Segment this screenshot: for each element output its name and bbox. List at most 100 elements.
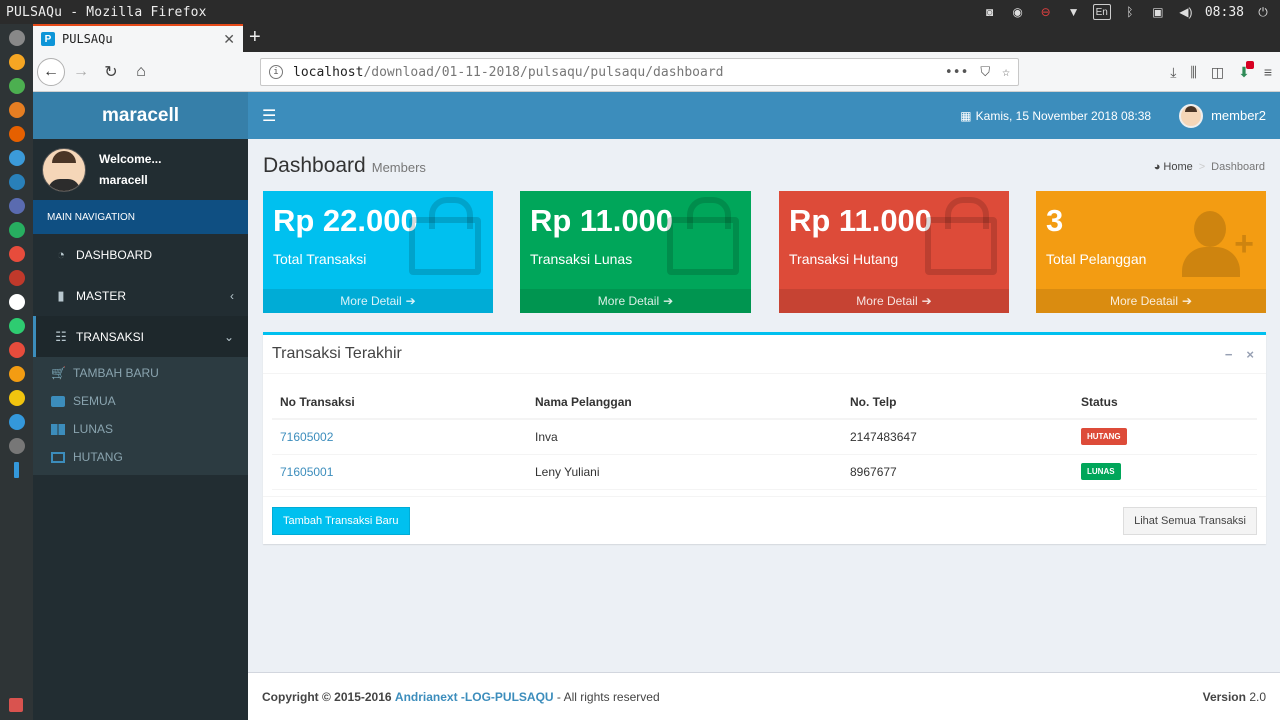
clock[interactable]: 08:38 [1205, 5, 1244, 20]
calendar-icon: ▦ [960, 108, 972, 123]
extension-icon[interactable]: ⬇ [1238, 60, 1254, 81]
breadcrumb-home[interactable]: ◕ Home [1154, 161, 1193, 173]
customer-phone: 2147483647 [842, 419, 1073, 455]
new-tab-icon[interactable]: + [249, 26, 261, 48]
chrome-icon[interactable] [8, 78, 25, 94]
page-actions-icon[interactable]: ••• [945, 65, 968, 80]
power-icon[interactable]: ⏻ [1254, 4, 1272, 20]
menu-icon[interactable]: ≡ [1264, 64, 1272, 80]
system-tray: ◙ ◉ ⊖ ▼ En ᛒ ▣ ◀) 08:38 ⏻ [981, 4, 1280, 20]
dock-app-icon[interactable] [8, 150, 25, 166]
more-detail-label: More Detail [597, 294, 660, 308]
dock-app-icon[interactable] [8, 54, 25, 70]
arrow-circle-right-icon: ➔ [663, 294, 674, 308]
camera-icon[interactable] [8, 414, 25, 430]
rights-text: - All rights reserved [556, 689, 660, 704]
arrow-circle-right-icon: ➔ [921, 294, 932, 308]
minimize-icon[interactable]: − [1225, 347, 1233, 362]
breadcrumb-separator: > [1198, 161, 1206, 173]
table-row: 71605002 Inva 2147483647 HUTANG [272, 419, 1257, 455]
transaction-link[interactable]: 71605002 [280, 430, 333, 444]
app-logo[interactable]: maracell [33, 92, 248, 139]
dock-app-icon[interactable] [8, 366, 25, 382]
wifi-icon[interactable]: ▼ [1065, 4, 1083, 20]
screenshot-icon[interactable]: ◙ [981, 4, 999, 20]
bluetooth-icon[interactable]: ᛒ [1121, 4, 1139, 20]
url-bar[interactable]: i localhost/download/01-11-2018/pulsaqu/… [260, 58, 1019, 86]
sidebar-item-master[interactable]: ▮ MASTER ‹ [33, 275, 248, 316]
dock-app-icon[interactable] [8, 246, 25, 262]
clipboard-icon[interactable]: ▣ [1149, 4, 1167, 20]
dock-app-icon[interactable] [8, 102, 25, 118]
firefox-icon[interactable] [8, 126, 25, 142]
reload-button[interactable]: ↻ [97, 58, 125, 86]
dock-app-icon[interactable] [8, 30, 25, 46]
dock-app-icon[interactable] [8, 342, 25, 358]
column-header: No. Telp [842, 385, 1073, 420]
page-subtitle: Members [371, 160, 426, 175]
more-detail-link[interactable]: More Detail ➔ [520, 289, 751, 313]
browser-toolbar: ← → ↻ ⌂ i localhost/download/01-11-2018/… [33, 52, 1280, 92]
add-transaction-button[interactable]: Tambah Transaksi Baru [272, 506, 410, 535]
library-icon[interactable]: ⫼ [1190, 64, 1196, 81]
more-detail-link[interactable]: More Deatail ➔ [1036, 289, 1266, 313]
user-menu[interactable]: member2 [1179, 103, 1266, 128]
briefcase-icon: ▮ [57, 287, 65, 303]
table-row: 71605001 Leny Yuliani 8967677 LUNAS [272, 454, 1257, 490]
settings-icon[interactable] [8, 438, 25, 454]
main-footer: Copyright © 2015-2016 Andrianext -LOG-PU… [248, 672, 1280, 720]
amazon-icon[interactable] [8, 294, 25, 310]
stop-icon[interactable]: ⊖ [1037, 4, 1055, 20]
bookmark-star-icon[interactable]: ☆ [1002, 65, 1010, 80]
status-badge: LUNAS [1081, 463, 1121, 480]
submenu-item-tambah-baru[interactable]: 🛒 TAMBAH BARU [33, 359, 248, 387]
welcome-text: Welcome... [99, 151, 162, 166]
app-header: ☰ ▦ Kamis, 15 November 2018 08:38 member… [248, 92, 1280, 139]
tab-title: PULSAQu [62, 32, 113, 46]
submenu-item-hutang[interactable]: HUTANG [33, 443, 248, 471]
user-plus-icon: + [1182, 209, 1254, 279]
breadcrumb-home-label: Home [1163, 161, 1193, 173]
volume-icon[interactable]: ◀) [1177, 4, 1195, 20]
close-icon[interactable]: × [1246, 347, 1254, 362]
shopping-bag-icon [667, 197, 739, 275]
dock-app-icon[interactable] [8, 318, 25, 334]
dock-app-icon[interactable] [8, 390, 25, 406]
more-detail-link[interactable]: More Detail ➔ [779, 289, 1009, 313]
dock-app-icon[interactable] [8, 222, 25, 238]
forward-button[interactable]: → [67, 58, 95, 86]
filezilla-icon[interactable] [8, 270, 25, 286]
sidebar-item-transaksi[interactable]: ☷ TRANSAKSI ⌄ [33, 316, 248, 357]
sidebar-toggle-icon[interactable]: ◫ [1211, 64, 1224, 81]
submenu-item-lunas[interactable]: LUNAS [33, 415, 248, 443]
dock-app-icon[interactable] [8, 174, 25, 190]
sidebar-toggle-button[interactable]: ☰ [262, 106, 276, 126]
home-button[interactable]: ⌂ [127, 58, 155, 86]
shopping-bag-icon [925, 197, 997, 275]
sidebar-item-dashboard[interactable]: ◔ DASHBOARD [33, 234, 248, 275]
submenu-item-semua[interactable]: SEMUA [33, 387, 248, 415]
more-detail-link[interactable]: More Detail ➔ [263, 289, 493, 313]
site-info-icon[interactable]: i [269, 65, 283, 79]
downloads-icon[interactable]: ⤓ [1170, 64, 1176, 81]
view-all-transactions-button[interactable]: Lihat Semua Transaksi [1123, 506, 1257, 535]
pocket-icon[interactable]: ⛉ [980, 65, 990, 80]
version-number: 2.0 [1249, 689, 1266, 704]
transaction-link[interactable]: 71605001 [280, 465, 333, 479]
trash-icon[interactable] [9, 698, 23, 712]
stat-label: Transaksi Hutang [789, 251, 899, 267]
copyright-text: Copyright © 2015-2016 [262, 689, 392, 704]
nav-header: MAIN NAVIGATION [33, 200, 248, 234]
chrome-icon[interactable]: ◉ [1009, 4, 1027, 20]
back-button[interactable]: ← [37, 57, 65, 86]
header-date: ▦ Kamis, 15 November 2018 08:38 [960, 109, 1151, 123]
keyboard-layout-indicator[interactable]: En [1092, 4, 1111, 20]
table-icon: ☷ [55, 328, 67, 344]
dock-app-icon[interactable] [8, 198, 25, 214]
browser-tab[interactable]: P PULSAQu ✕ [33, 24, 243, 52]
author-link[interactable]: Andrianext -LOG-PULSAQU [395, 690, 554, 704]
tab-close-icon[interactable]: ✕ [223, 31, 235, 48]
dock-app-icon[interactable] [14, 462, 19, 478]
stat-label: Total Pelanggan [1046, 251, 1147, 267]
os-top-bar: PULSAQu - Mozilla Firefox ◙ ◉ ⊖ ▼ En ᛒ ▣… [0, 0, 1280, 24]
